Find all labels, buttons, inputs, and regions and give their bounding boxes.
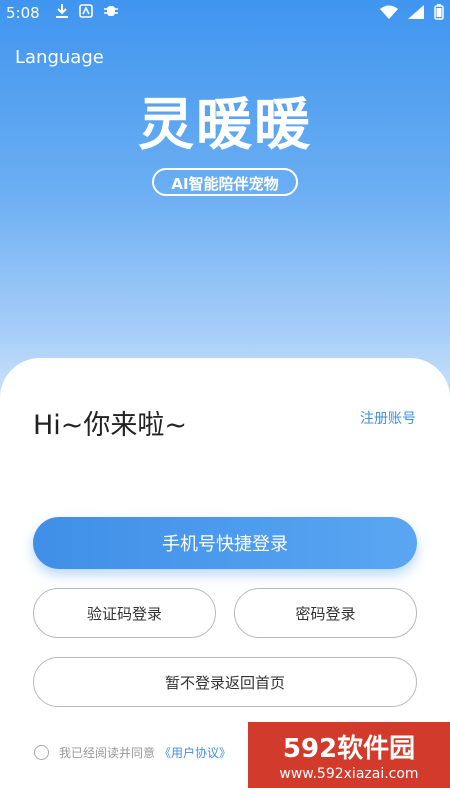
language-button[interactable]: Language <box>15 47 104 68</box>
status-bar: 5:08 <box>0 0 450 26</box>
app-logo-title: 灵暖暖 <box>138 93 312 158</box>
watermark-logo: 592软件园 www.592xiazai.com <box>248 722 450 788</box>
app-icon <box>79 4 93 18</box>
agreement-text: 我已经阅读并同意 <box>59 746 156 760</box>
signal-icon <box>408 5 424 19</box>
register-link[interactable]: 注册账号 <box>360 408 416 428</box>
watermark-url: www.592xiazai.com <box>279 766 418 782</box>
watermark-brand: 592软件园 <box>283 734 415 764</box>
status-time: 5:08 <box>6 4 40 22</box>
download-icon <box>56 4 68 18</box>
code-login-button[interactable]: 验证码登录 <box>33 588 216 638</box>
phone-quick-login-button[interactable]: 手机号快捷登录 <box>33 517 417 569</box>
app-logo-subtitle: AI智能陪伴宠物 <box>152 168 298 196</box>
password-login-button[interactable]: 密码登录 <box>234 588 417 638</box>
agreement-checkbox[interactable] <box>34 745 49 760</box>
user-agreement-link[interactable]: 《用户协议》 <box>159 744 231 761</box>
greeting-text: Hi~你来啦~ <box>33 410 188 441</box>
agreement-row: 我已经阅读并同意 《用户协议》 <box>34 744 231 761</box>
skip-login-button[interactable]: 暂不登录返回首页 <box>33 657 417 707</box>
wifi-icon <box>380 5 398 19</box>
battery-icon <box>434 4 444 20</box>
bug-icon <box>104 6 118 16</box>
